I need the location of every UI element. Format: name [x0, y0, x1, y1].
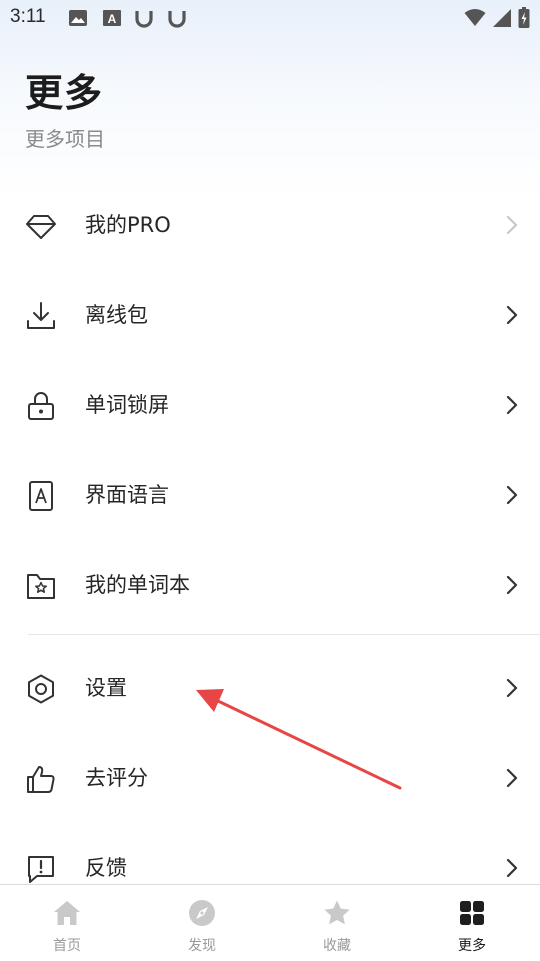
chevron-right-icon [506, 678, 518, 698]
nav-favorites[interactable]: 收藏 [292, 885, 382, 961]
menu-item-rate[interactable]: 去评分 [0, 733, 540, 823]
nav-label: 收藏 [323, 938, 351, 954]
nav-home[interactable]: 首页 [22, 885, 112, 961]
chevron-right-icon [506, 395, 518, 415]
bottom-nav: 首页 发现 收藏 更多 [0, 884, 540, 961]
font-a-icon: A [103, 10, 121, 26]
menu-item-label: 界面语言 [85, 483, 169, 507]
grid-icon [460, 901, 484, 925]
nav-label: 发现 [188, 938, 216, 954]
lock-icon [28, 392, 54, 420]
nav-label: 更多 [458, 938, 486, 954]
compass-icon [189, 900, 215, 926]
download-icon [27, 302, 55, 329]
menu-item-settings[interactable]: 设置 [0, 643, 540, 733]
menu-item-word-lockscreen[interactable]: 单词锁屏 [0, 360, 540, 450]
u-icon [135, 11, 153, 28]
menu-item-label: 我的PRO [85, 213, 171, 237]
svg-text:A: A [108, 12, 117, 26]
star-icon [324, 900, 350, 925]
chevron-right-icon [506, 858, 518, 878]
menu-item-my-wordbook[interactable]: 我的单词本 [0, 540, 540, 630]
cell-signal-icon [493, 9, 511, 27]
page-title: 更多 [25, 71, 104, 115]
diamond-icon [26, 215, 56, 239]
menu-item-label: 单词锁屏 [85, 393, 169, 417]
chevron-right-icon [506, 485, 518, 505]
chevron-right-icon [506, 215, 518, 235]
u-icon [168, 11, 186, 28]
menu-item-interface-language[interactable]: 界面语言 [0, 450, 540, 540]
menu-divider [28, 634, 540, 635]
nav-more[interactable]: 更多 [427, 885, 517, 961]
menu-item-label: 去评分 [85, 766, 148, 790]
status-bar: 3:11 A [0, 0, 540, 36]
menu-item-label: 设置 [85, 676, 127, 700]
folder-star-icon [27, 574, 55, 599]
menu-item-label: 我的单词本 [85, 573, 190, 597]
menu-item-offline-pack[interactable]: 离线包 [0, 270, 540, 360]
font-a-icon [29, 481, 53, 511]
hexagon-settings-icon [28, 674, 54, 704]
feedback-icon [28, 856, 54, 883]
nav-discover[interactable]: 发现 [157, 885, 247, 961]
status-time: 3:11 [10, 6, 46, 27]
battery-icon [518, 7, 530, 28]
chevron-right-icon [506, 305, 518, 325]
wifi-icon [464, 9, 486, 26]
page-subtitle: 更多项目 [25, 127, 105, 151]
menu-item-label: 离线包 [85, 303, 148, 327]
image-icon [69, 10, 87, 26]
menu-item-pro[interactable]: 我的PRO [0, 180, 540, 270]
chevron-right-icon [506, 768, 518, 788]
chevron-right-icon [506, 575, 518, 595]
nav-label: 首页 [53, 938, 81, 954]
home-icon [54, 901, 80, 925]
thumbs-up-icon [27, 766, 55, 793]
